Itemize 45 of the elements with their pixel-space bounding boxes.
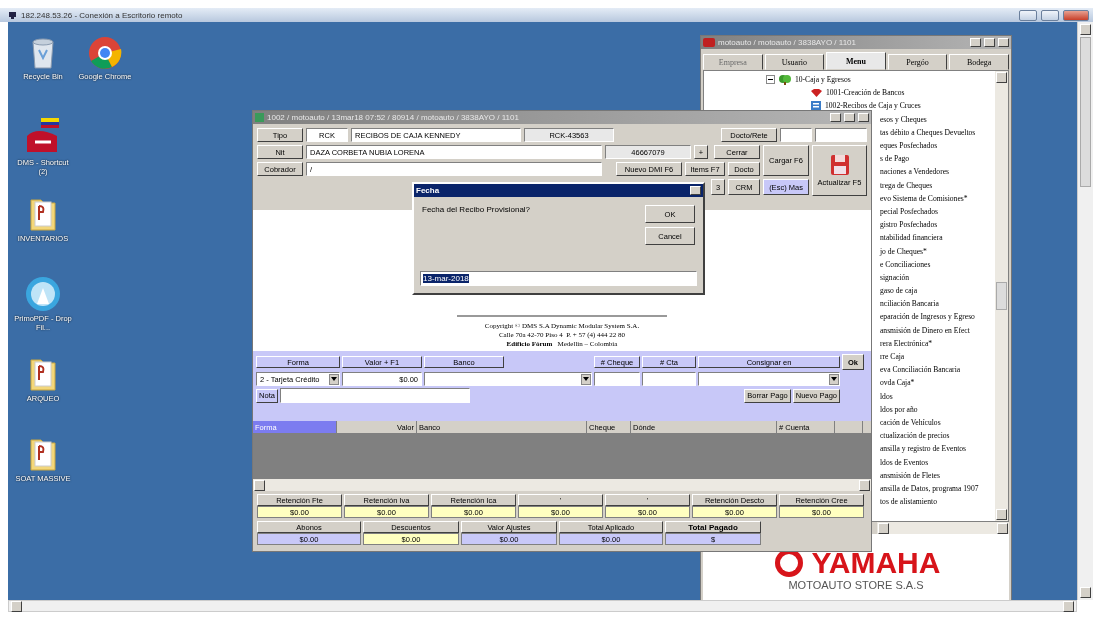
monitor-icon (8, 10, 17, 20)
scrollbar[interactable] (995, 71, 1008, 521)
folder-icon (28, 436, 58, 472)
restore-button[interactable] (1041, 9, 1059, 21)
caret-icon (581, 373, 591, 385)
scrollbar[interactable] (253, 479, 871, 491)
bank-select[interactable] (424, 372, 592, 386)
maximize-button[interactable] (844, 113, 855, 122)
window-title: motoauto / motoauto / 3838AYO / 1101 (718, 38, 857, 47)
input-field[interactable] (594, 372, 640, 386)
gem-icon (810, 88, 823, 98)
round-logo-icon (25, 276, 61, 312)
brand-logo: YAMAHA (811, 548, 941, 578)
scrollbar[interactable] (1077, 22, 1093, 600)
maximize-button[interactable] (984, 38, 995, 47)
tree-cluster-icon (778, 74, 792, 86)
trash-bin-icon (29, 36, 57, 70)
input-field[interactable] (642, 372, 696, 386)
input-field[interactable] (815, 128, 867, 142)
tab[interactable]: Pergóo (887, 54, 948, 70)
floppy-icon (829, 154, 850, 176)
app-icon (255, 113, 264, 122)
folder-icon (28, 356, 58, 392)
caret-icon (329, 373, 339, 385)
note-field[interactable] (280, 388, 470, 403)
folder-icon (28, 196, 58, 232)
collapse-icon[interactable] (766, 75, 775, 85)
dialog-title: Fecha (416, 186, 441, 195)
tab[interactable]: Bodega (949, 54, 1009, 70)
scrollbar[interactable] (8, 600, 1077, 612)
tab[interactable]: Menu (826, 52, 886, 70)
window-title: 1002 / motoauto / 13mar18 07:52 / 80914 / motoauto / 3838AYO / 1101 (267, 113, 520, 122)
account-select[interactable] (698, 372, 840, 386)
input-field[interactable] (780, 128, 812, 142)
window-title: 182.248.53.26 - Conexión a Escritorio remoto (21, 10, 184, 20)
app-icon (703, 38, 715, 47)
tab[interactable]: Usuario (764, 54, 825, 70)
caret-icon (829, 373, 839, 385)
document-icon (810, 100, 822, 112)
date-field[interactable]: 13-mar-2018 (420, 271, 697, 286)
company-name: MOTOAUTO STORE S.A.S (788, 579, 924, 591)
round-logo-icon (88, 36, 122, 70)
total-label: Total Pagado (665, 521, 761, 533)
dialog-message: Fecha del Recibo Provisional? (422, 205, 532, 216)
scrollbar[interactable] (877, 522, 1009, 534)
